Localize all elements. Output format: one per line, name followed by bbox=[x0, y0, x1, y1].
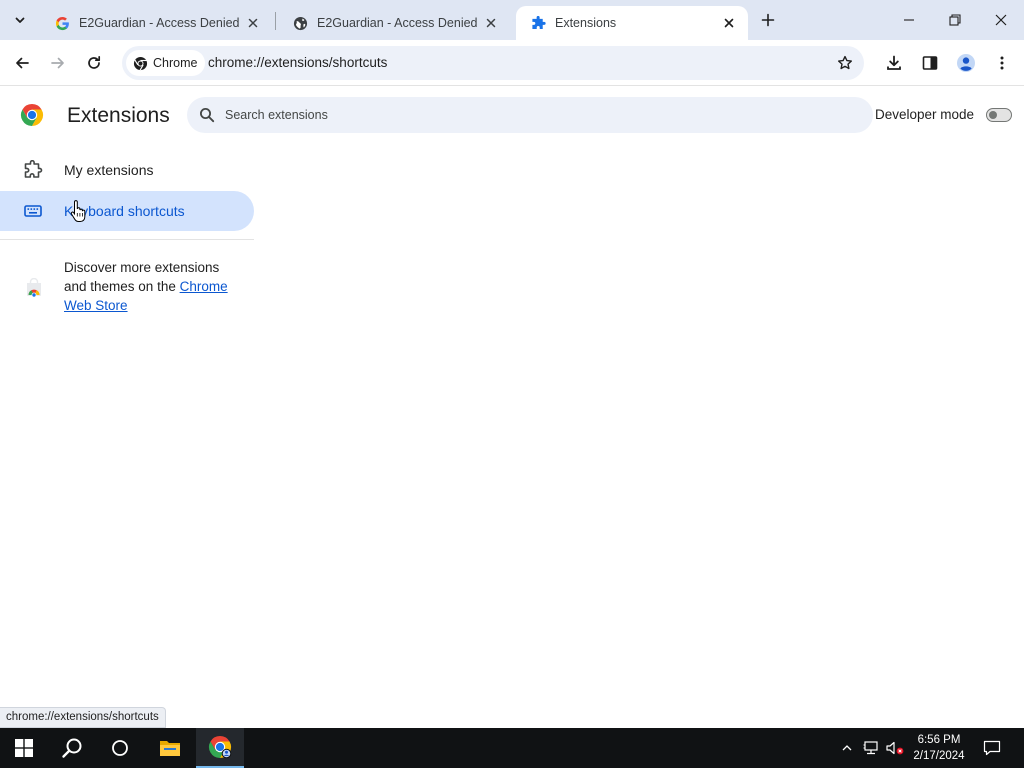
page-title: Extensions bbox=[67, 104, 170, 127]
chip-label: Chrome bbox=[153, 56, 198, 70]
search-icon bbox=[199, 107, 215, 123]
status-url-bubble: chrome://extensions/shortcuts bbox=[0, 707, 166, 728]
developer-mode-label: Developer mode bbox=[875, 107, 975, 122]
taskbar-search-button[interactable] bbox=[48, 728, 96, 768]
puzzle-icon bbox=[530, 15, 546, 31]
site-info-chip[interactable]: Chrome bbox=[126, 50, 206, 76]
tab-title: E2Guardian - Access Denied bbox=[79, 16, 240, 30]
web-store-promo-text: Discover more extensions and themes on t… bbox=[64, 258, 244, 315]
google-g-icon bbox=[54, 15, 70, 31]
restore-button[interactable] bbox=[932, 0, 978, 40]
start-button[interactable] bbox=[0, 728, 48, 768]
clock-date: 2/17/2024 bbox=[913, 750, 965, 762]
close-window-button[interactable] bbox=[978, 0, 1024, 40]
tab-e2guardian-1[interactable]: E2Guardian - Access Denied bbox=[40, 6, 272, 40]
close-tab-icon[interactable] bbox=[244, 14, 262, 32]
notification-icon bbox=[983, 740, 1001, 756]
sidebar-divider bbox=[0, 239, 254, 240]
chevron-down-icon bbox=[15, 17, 25, 23]
tab-e2guardian-2[interactable]: E2Guardian - Access Denied bbox=[278, 6, 510, 40]
clock-time: 6:56 PM bbox=[917, 734, 961, 746]
side-panel-button[interactable] bbox=[916, 49, 944, 77]
folder-icon bbox=[160, 741, 180, 756]
network-tray-button[interactable] bbox=[860, 728, 882, 768]
plus-icon bbox=[761, 13, 775, 27]
close-tab-icon[interactable] bbox=[720, 14, 738, 32]
tab-title: E2Guardian - Access Denied bbox=[317, 16, 478, 30]
close-icon bbox=[995, 14, 1007, 26]
task-view-button[interactable] bbox=[96, 728, 144, 768]
back-button[interactable] bbox=[8, 49, 36, 77]
reload-button[interactable] bbox=[80, 49, 108, 77]
puzzle-icon bbox=[23, 160, 43, 180]
tab-strip: E2Guardian - Access Denied E2Guardian - … bbox=[0, 0, 1024, 40]
volume-tray-button[interactable] bbox=[884, 728, 906, 768]
minimize-button[interactable] bbox=[886, 0, 932, 40]
windows-logo-icon bbox=[15, 739, 33, 757]
cortana-circle-icon bbox=[112, 740, 128, 756]
toggle-knob bbox=[989, 111, 997, 119]
action-center-button[interactable] bbox=[978, 728, 1006, 768]
chrome-taskbar-button[interactable] bbox=[196, 728, 244, 768]
chevron-up-icon bbox=[842, 745, 852, 751]
tab-search-button[interactable] bbox=[6, 8, 34, 32]
globe-icon bbox=[292, 15, 308, 31]
windows-taskbar: 6:56 PM 2/17/2024 bbox=[0, 728, 1024, 768]
close-tab-icon[interactable] bbox=[482, 14, 500, 32]
volume-muted-icon bbox=[886, 741, 904, 755]
side-panel-icon bbox=[922, 56, 938, 70]
tab-title: Extensions bbox=[555, 16, 617, 30]
show-hidden-icons-button[interactable] bbox=[836, 728, 858, 768]
extensions-search-box[interactable] bbox=[187, 97, 873, 133]
search-icon bbox=[62, 738, 82, 758]
hand-cursor-icon bbox=[70, 200, 86, 222]
web-store-icon bbox=[27, 278, 41, 298]
minimize-icon bbox=[904, 19, 914, 21]
extensions-header: Extensions Developer mode bbox=[0, 87, 1024, 143]
sidebar-item-my-extensions[interactable]: My extensions bbox=[0, 150, 254, 190]
network-icon bbox=[863, 741, 878, 755]
tab-extensions[interactable]: Extensions bbox=[516, 6, 748, 40]
sidebar-item-label: My extensions bbox=[64, 162, 154, 178]
forward-button[interactable] bbox=[44, 49, 72, 77]
chrome-menu-button[interactable] bbox=[988, 49, 1016, 77]
downloads-button[interactable] bbox=[880, 49, 908, 77]
file-explorer-button[interactable] bbox=[146, 728, 194, 768]
new-tab-button[interactable] bbox=[756, 8, 780, 32]
search-input[interactable] bbox=[225, 108, 825, 122]
chrome-logo-icon bbox=[20, 104, 44, 126]
tab-separator bbox=[275, 12, 276, 30]
browser-toolbar: Chrome chrome://extensions/shortcuts bbox=[0, 40, 1024, 86]
profile-button[interactable] bbox=[952, 49, 980, 77]
restore-icon bbox=[949, 14, 961, 26]
developer-mode-toggle[interactable] bbox=[986, 108, 1012, 122]
chrome-logo-icon bbox=[208, 736, 232, 759]
url-text[interactable]: chrome://extensions/shortcuts bbox=[208, 55, 387, 70]
address-bar[interactable]: Chrome chrome://extensions/shortcuts bbox=[122, 46, 864, 80]
download-icon bbox=[887, 55, 901, 70]
sidebar-item-keyboard-shortcuts[interactable]: Keyboard shortcuts bbox=[0, 191, 254, 231]
back-arrow-icon bbox=[16, 57, 29, 69]
chrome-icon bbox=[132, 55, 148, 71]
bookmark-star-icon[interactable] bbox=[836, 54, 854, 72]
forward-arrow-icon bbox=[51, 57, 64, 69]
taskbar-clock[interactable]: 6:56 PM 2/17/2024 bbox=[906, 732, 972, 764]
reload-icon bbox=[88, 55, 101, 69]
avatar-icon bbox=[957, 54, 975, 72]
keyboard-icon bbox=[23, 201, 43, 221]
more-vertical-icon bbox=[1000, 56, 1004, 70]
